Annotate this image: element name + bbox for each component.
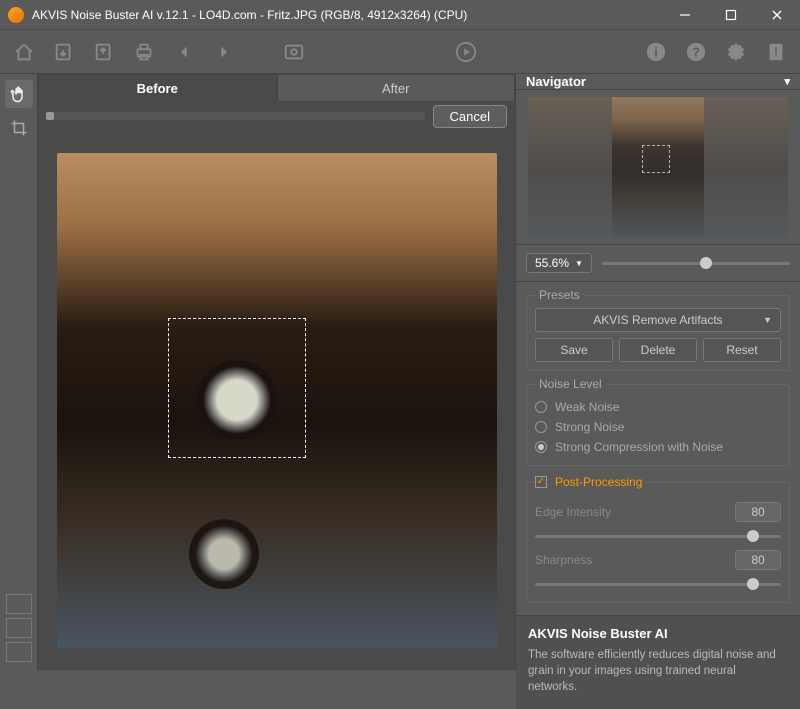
home-icon[interactable] [10, 38, 38, 66]
play-button[interactable] [452, 38, 480, 66]
preset-save-button[interactable]: Save [535, 338, 613, 362]
noise-level-title: Noise Level [535, 377, 606, 391]
view-mode-2[interactable] [6, 618, 32, 638]
tab-after[interactable]: After [277, 74, 516, 102]
info-title: AKVIS Noise Buster AI [528, 626, 788, 641]
radio-strong-compression[interactable]: Strong Compression with Noise [535, 437, 781, 457]
open-file-icon[interactable] [50, 38, 78, 66]
sharpness-value[interactable]: 80 [735, 550, 781, 570]
print-icon[interactable] [130, 38, 158, 66]
svg-text:?: ? [692, 44, 700, 59]
sharpness-label: Sharpness [535, 553, 727, 567]
svg-text:i: i [654, 44, 658, 59]
app-icon [8, 7, 24, 23]
navigator-title: Navigator [526, 74, 586, 89]
radio-weak-noise[interactable]: Weak Noise [535, 397, 781, 417]
selection-rect[interactable] [168, 318, 306, 458]
settings-badge-icon[interactable] [280, 38, 308, 66]
alert-icon[interactable]: ! [762, 38, 790, 66]
presets-title: Presets [535, 288, 584, 302]
preset-delete-button[interactable]: Delete [619, 338, 697, 362]
edge-intensity-slider[interactable] [535, 526, 781, 546]
help-icon[interactable]: ? [682, 38, 710, 66]
edge-intensity-value[interactable]: 80 [735, 502, 781, 522]
info-description: The software efficiently reduces digital… [528, 647, 788, 695]
view-mode-1[interactable] [6, 594, 32, 614]
tab-before[interactable]: Before [38, 74, 277, 102]
zoom-value[interactable]: 55.6%▼ [526, 253, 592, 273]
save-file-icon[interactable] [90, 38, 118, 66]
preset-reset-button[interactable]: Reset [703, 338, 781, 362]
image-viewport[interactable] [38, 130, 515, 670]
info-panel: AKVIS Noise Buster AI The software effic… [516, 616, 800, 709]
crop-tool[interactable] [5, 114, 33, 142]
forward-arrow-icon[interactable] [210, 38, 238, 66]
post-processing-toggle[interactable]: Post-Processing [535, 472, 642, 492]
radio-strong-noise[interactable]: Strong Noise [535, 417, 781, 437]
svg-text:!: ! [774, 44, 778, 58]
view-mode-3[interactable] [6, 642, 32, 662]
navigator-view[interactable] [516, 90, 800, 245]
minimize-button[interactable] [662, 0, 708, 30]
close-button[interactable] [754, 0, 800, 30]
info-icon[interactable]: i [642, 38, 670, 66]
zoom-slider[interactable] [602, 253, 790, 273]
zoom-slider-thumb[interactable] [700, 257, 712, 269]
progress-bar [46, 112, 425, 120]
navigator-collapse-icon[interactable]: ▾ [784, 75, 790, 88]
navigator-selection[interactable] [642, 145, 670, 173]
window-title: AKVIS Noise Buster AI v.12.1 - LO4D.com … [32, 8, 662, 22]
back-arrow-icon[interactable] [170, 38, 198, 66]
maximize-button[interactable] [708, 0, 754, 30]
preset-select[interactable]: AKVIS Remove Artifacts▼ [535, 308, 781, 332]
sharpness-slider[interactable] [535, 574, 781, 594]
navigator-thumbnail [612, 97, 704, 237]
hand-tool[interactable] [5, 80, 33, 108]
gear-icon[interactable] [722, 38, 750, 66]
cancel-button[interactable]: Cancel [433, 105, 507, 128]
edge-intensity-label: Edge Intensity [535, 505, 727, 519]
